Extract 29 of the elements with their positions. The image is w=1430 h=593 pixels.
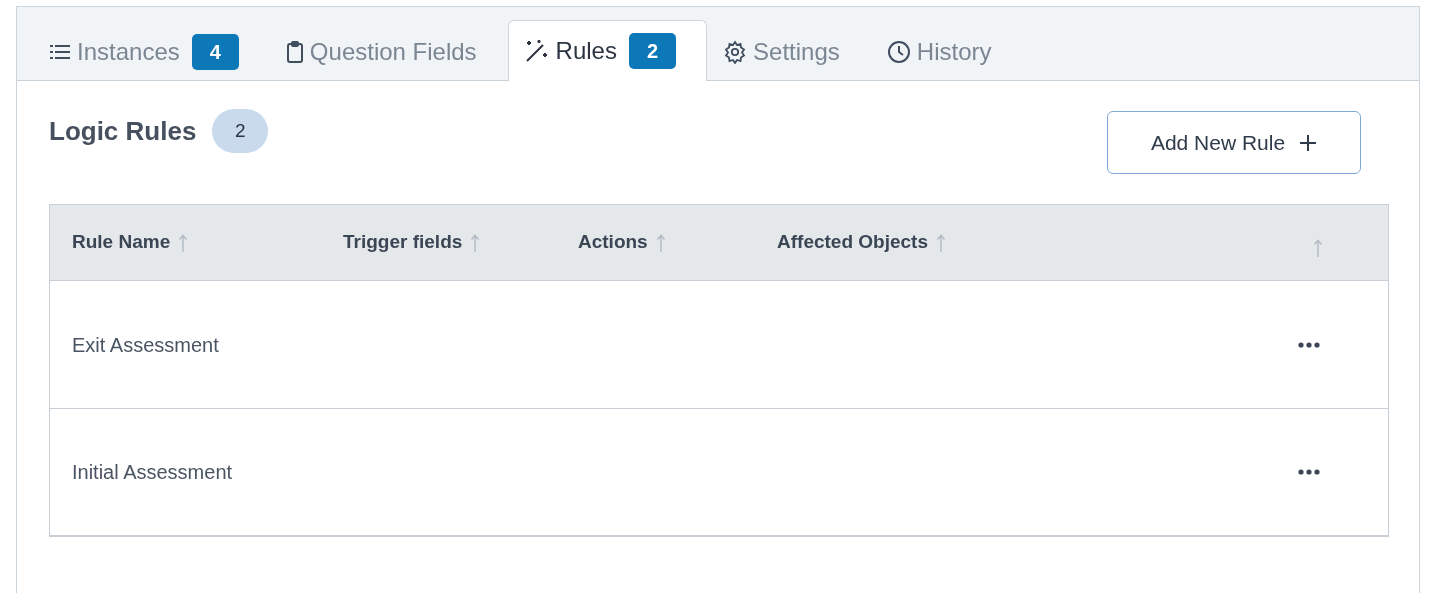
tab-label: Rules: [555, 36, 617, 66]
more-icon[interactable]: [1298, 469, 1320, 475]
tab-label: Question Fields: [309, 36, 477, 67]
add-rule-button[interactable]: Add New Rule: [1107, 111, 1361, 174]
sort-icon[interactable]: [936, 232, 946, 253]
sort-icon[interactable]: [178, 232, 189, 253]
sort-icon[interactable]: [655, 232, 666, 253]
sort-icon[interactable]: [470, 232, 481, 253]
tab[interactable]: Instances 4: [33, 21, 270, 81]
count-badge: 2: [212, 109, 269, 153]
column-header[interactable]: Affected Objects: [777, 228, 928, 257]
tab[interactable]: Rules 2: [507, 20, 708, 81]
section-title: Logic Rules: [49, 114, 197, 148]
plus-icon: [1299, 133, 1318, 152]
count-badge: 4: [191, 33, 239, 70]
tab-label: Settings: [753, 36, 840, 67]
clipboard-icon: [285, 39, 304, 64]
clock-icon: [886, 39, 911, 64]
rule-name: Exit Assessment: [72, 332, 219, 358]
tab-label: History: [916, 36, 992, 67]
column-header[interactable]: Rule Name: [72, 228, 171, 257]
rule-name: Initial Assessment: [72, 460, 233, 485]
sort-icon[interactable]: [1313, 237, 1323, 258]
column-header[interactable]: Actions: [578, 228, 648, 257]
tab-label: Instances: [77, 36, 180, 67]
settings-icon: [723, 39, 748, 64]
more-icon[interactable]: [1298, 341, 1320, 348]
column-header[interactable]: Trigger fields: [343, 228, 463, 257]
count-badge: 2: [628, 33, 677, 69]
